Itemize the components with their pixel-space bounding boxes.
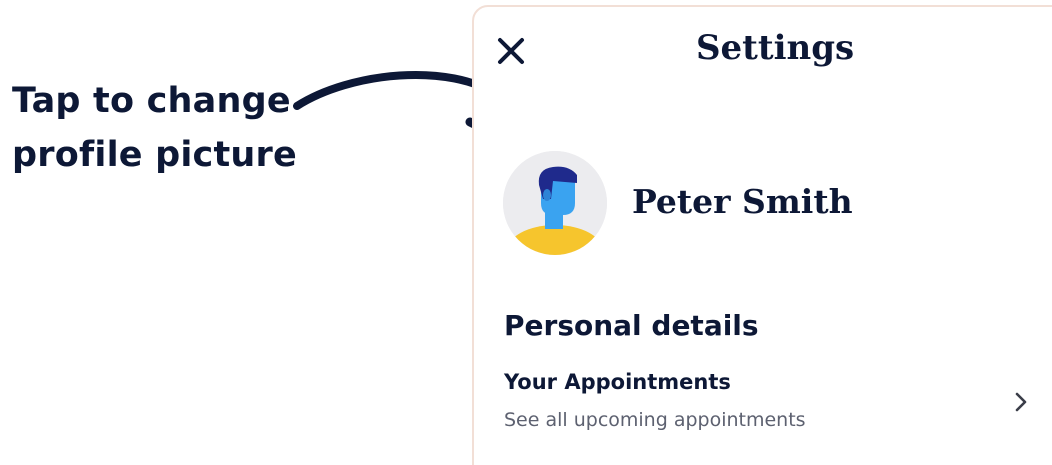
close-icon	[498, 38, 524, 64]
section-heading-personal-details: Personal details	[504, 309, 759, 342]
list-item-title: Your Appointments	[504, 370, 731, 394]
user-avatar-icon	[503, 151, 607, 255]
annotation-line-2: profile picture	[12, 135, 297, 175]
list-item-your-appointments[interactable]: Your Appointments See all upcoming appoi…	[490, 362, 1050, 444]
tutorial-screen: Tap to change profile picture Settings P…	[0, 0, 1052, 465]
page-title: Settings	[696, 28, 855, 68]
list-item-subtitle: See all upcoming appointments	[504, 409, 806, 431]
chevron-right-icon	[1015, 392, 1027, 412]
profile-picture-button[interactable]	[503, 151, 607, 255]
annotation-text: Tap to change profile picture	[12, 74, 297, 182]
profile-name: Peter Smith	[632, 182, 853, 221]
annotation-line-1: Tap to change	[12, 81, 291, 121]
close-button[interactable]	[496, 36, 526, 66]
